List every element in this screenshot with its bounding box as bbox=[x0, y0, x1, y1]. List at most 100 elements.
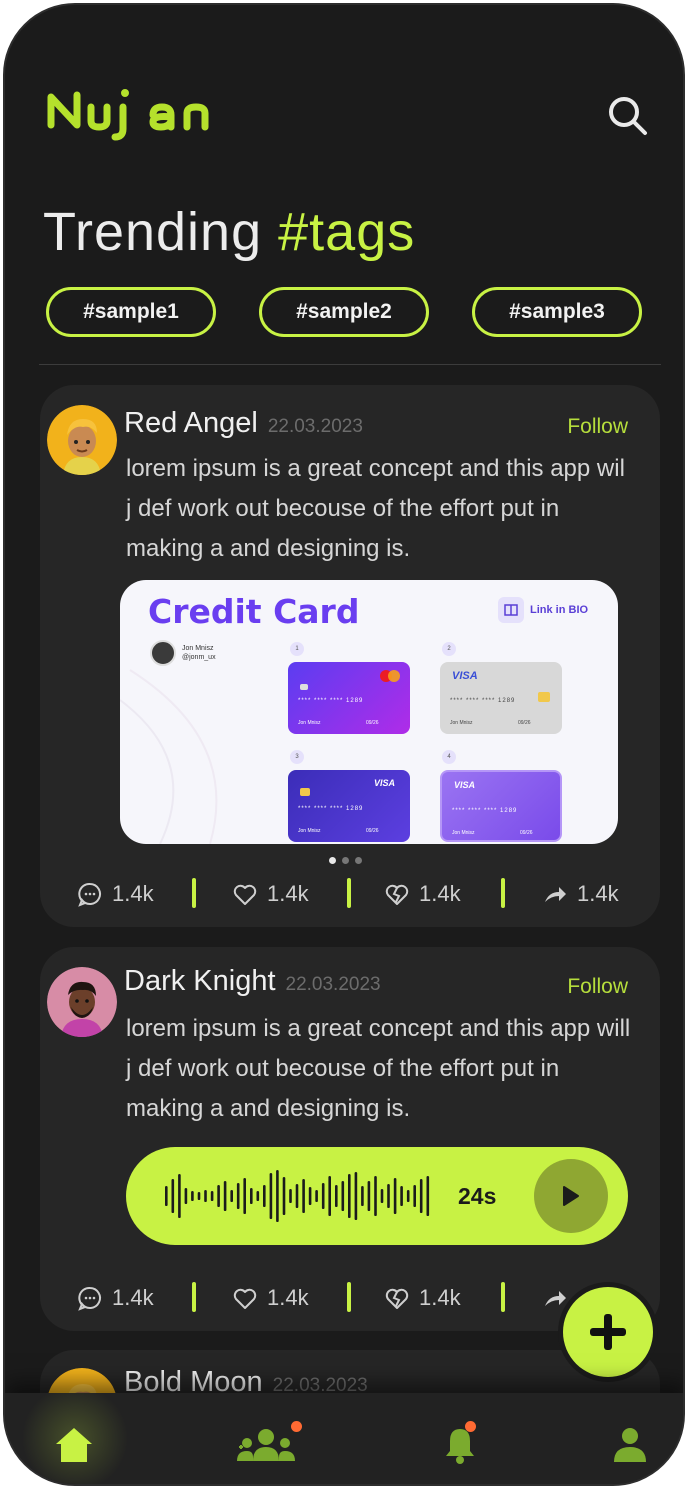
heart-icon bbox=[233, 1288, 257, 1309]
audio-player[interactable]: 24s bbox=[126, 1147, 628, 1245]
image-title: Credit Card bbox=[148, 592, 360, 631]
card-brand: VISA bbox=[374, 778, 396, 788]
broken-heart-icon bbox=[385, 884, 409, 905]
post-actions: 1.4k 1.4k 1.4k 1.4k bbox=[76, 1281, 636, 1315]
step-number: 3 bbox=[290, 750, 304, 764]
card-expiry: 09/26 bbox=[366, 828, 379, 834]
avatar[interactable] bbox=[47, 967, 117, 1037]
post-author[interactable]: Red Angel 22.03.2023 bbox=[124, 407, 363, 440]
post-card: Dark Knight 22.03.2023 Follow lorem ipsum… bbox=[40, 947, 660, 1331]
separator bbox=[347, 878, 351, 908]
search-icon bbox=[609, 97, 647, 135]
dislike-button[interactable]: 1.4k bbox=[383, 1281, 461, 1315]
follow-button[interactable]: Follow bbox=[567, 975, 628, 999]
title-text: Trending bbox=[43, 202, 263, 262]
card-brand: VISA bbox=[452, 670, 478, 682]
card-holder: Jon Mnisz bbox=[298, 828, 321, 834]
plus-icon bbox=[590, 1314, 626, 1350]
notification-badge bbox=[465, 1421, 476, 1432]
like-button[interactable]: 1.4k bbox=[231, 1281, 309, 1315]
carousel-dot[interactable] bbox=[329, 857, 336, 864]
group-icon bbox=[237, 1429, 295, 1461]
card-number: **** **** **** 1289 bbox=[452, 808, 518, 814]
heart-icon bbox=[233, 884, 257, 905]
waveform-icon bbox=[165, 1170, 430, 1222]
create-post-button[interactable] bbox=[563, 1287, 653, 1377]
comment-count: 1.4k bbox=[112, 881, 154, 906]
step-number: 2 bbox=[442, 642, 456, 656]
share-count: 1.4k bbox=[577, 881, 619, 906]
credit-card: VISA **** **** **** 1289 Jon Mnisz 09/26 bbox=[440, 662, 562, 734]
app-logo bbox=[47, 89, 209, 141]
comment-icon bbox=[78, 1286, 101, 1311]
like-button[interactable]: 1.4k bbox=[231, 877, 309, 911]
separator bbox=[347, 1282, 351, 1312]
credit-card: VISA **** **** **** 1289 Jon Mnisz 09/26 bbox=[440, 770, 562, 842]
title-accent: #tags bbox=[278, 202, 416, 262]
comment-button[interactable]: 1.4k bbox=[76, 1281, 154, 1315]
image-user: Jon Mnisz @jonm_ux bbox=[150, 640, 216, 666]
tag-chip[interactable]: #sample1 bbox=[46, 287, 216, 337]
card-holder: Jon Mnisz bbox=[452, 830, 475, 836]
search-button[interactable] bbox=[605, 93, 649, 137]
credit-card: VISA **** **** **** 1289 Jon Mnisz 09/26 bbox=[288, 770, 410, 842]
carousel-dot[interactable] bbox=[342, 857, 349, 864]
dislike-count: 1.4k bbox=[419, 881, 461, 906]
card-number: **** **** **** 1289 bbox=[298, 698, 364, 704]
carousel-dot[interactable] bbox=[355, 857, 362, 864]
card-holder: Jon Mnisz bbox=[450, 720, 473, 726]
trending-tags: #sample1 #sample2 #sample3 bbox=[46, 287, 642, 339]
carousel-dots bbox=[329, 857, 362, 864]
comment-count: 1.4k bbox=[112, 1285, 154, 1310]
share-icon bbox=[545, 1291, 566, 1306]
card-brand: VISA bbox=[454, 780, 476, 790]
post-date: 22.03.2023 bbox=[267, 416, 363, 437]
nav-notifications[interactable] bbox=[423, 1415, 497, 1475]
mastercard-icon bbox=[380, 670, 400, 682]
share-icon bbox=[545, 887, 566, 902]
separator bbox=[501, 878, 505, 908]
card-number: **** **** **** 1289 bbox=[450, 698, 516, 704]
card-expiry: 09/26 bbox=[366, 720, 379, 726]
share-button[interactable]: 1.4k bbox=[541, 877, 619, 911]
post-card: Red Angel 22.03.2023 Follow lorem ipsum i… bbox=[40, 385, 660, 927]
image-user-avatar bbox=[150, 640, 176, 666]
link-in-bio-label: Link in BIO bbox=[530, 604, 589, 616]
follow-button[interactable]: Follow bbox=[567, 415, 628, 439]
comment-icon bbox=[78, 882, 101, 907]
credit-card: **** **** **** 1289 Jon Mnisz 09/26 bbox=[288, 662, 410, 734]
comment-button[interactable]: 1.4k bbox=[76, 877, 154, 911]
nav-home[interactable] bbox=[37, 1415, 111, 1475]
nav-community[interactable] bbox=[229, 1415, 303, 1475]
image-user-handle: @jonm_ux bbox=[182, 654, 216, 661]
page-title: Trending #tags bbox=[43, 201, 415, 263]
tag-chip[interactable]: #sample2 bbox=[259, 287, 429, 337]
separator bbox=[192, 878, 196, 908]
author-name: Red Angel bbox=[124, 407, 258, 439]
audio-duration: 24s bbox=[458, 1183, 497, 1209]
card-expiry: 09/26 bbox=[518, 720, 531, 726]
post-author[interactable]: Dark Knight 22.03.2023 bbox=[124, 965, 381, 998]
like-count: 1.4k bbox=[267, 1285, 309, 1310]
chip-icon bbox=[300, 684, 308, 690]
play-button[interactable] bbox=[534, 1159, 608, 1233]
notification-badge bbox=[291, 1421, 302, 1432]
post-text: lorem ipsum is a great concept and this … bbox=[126, 1015, 631, 1122]
broken-heart-icon bbox=[385, 1288, 409, 1309]
bottom-navigation bbox=[5, 1383, 683, 1484]
home-icon bbox=[56, 1428, 92, 1462]
user-icon bbox=[614, 1428, 646, 1462]
card-holder: Jon Mnisz bbox=[298, 720, 321, 726]
avatar[interactable] bbox=[47, 405, 117, 475]
dislike-button[interactable]: 1.4k bbox=[383, 877, 461, 911]
author-name: Dark Knight bbox=[124, 965, 276, 997]
book-icon bbox=[498, 597, 524, 623]
like-count: 1.4k bbox=[267, 881, 309, 906]
tag-chip[interactable]: #sample3 bbox=[472, 287, 642, 337]
nav-profile[interactable] bbox=[593, 1415, 667, 1475]
link-in-bio: Link in BIO bbox=[498, 596, 598, 624]
post-image[interactable]: Credit Card Link in BIO Jon Mnisz @jonm_… bbox=[120, 580, 618, 844]
chip-icon bbox=[538, 692, 550, 702]
dislike-count: 1.4k bbox=[419, 1285, 461, 1310]
post-date: 22.03.2023 bbox=[285, 974, 381, 995]
